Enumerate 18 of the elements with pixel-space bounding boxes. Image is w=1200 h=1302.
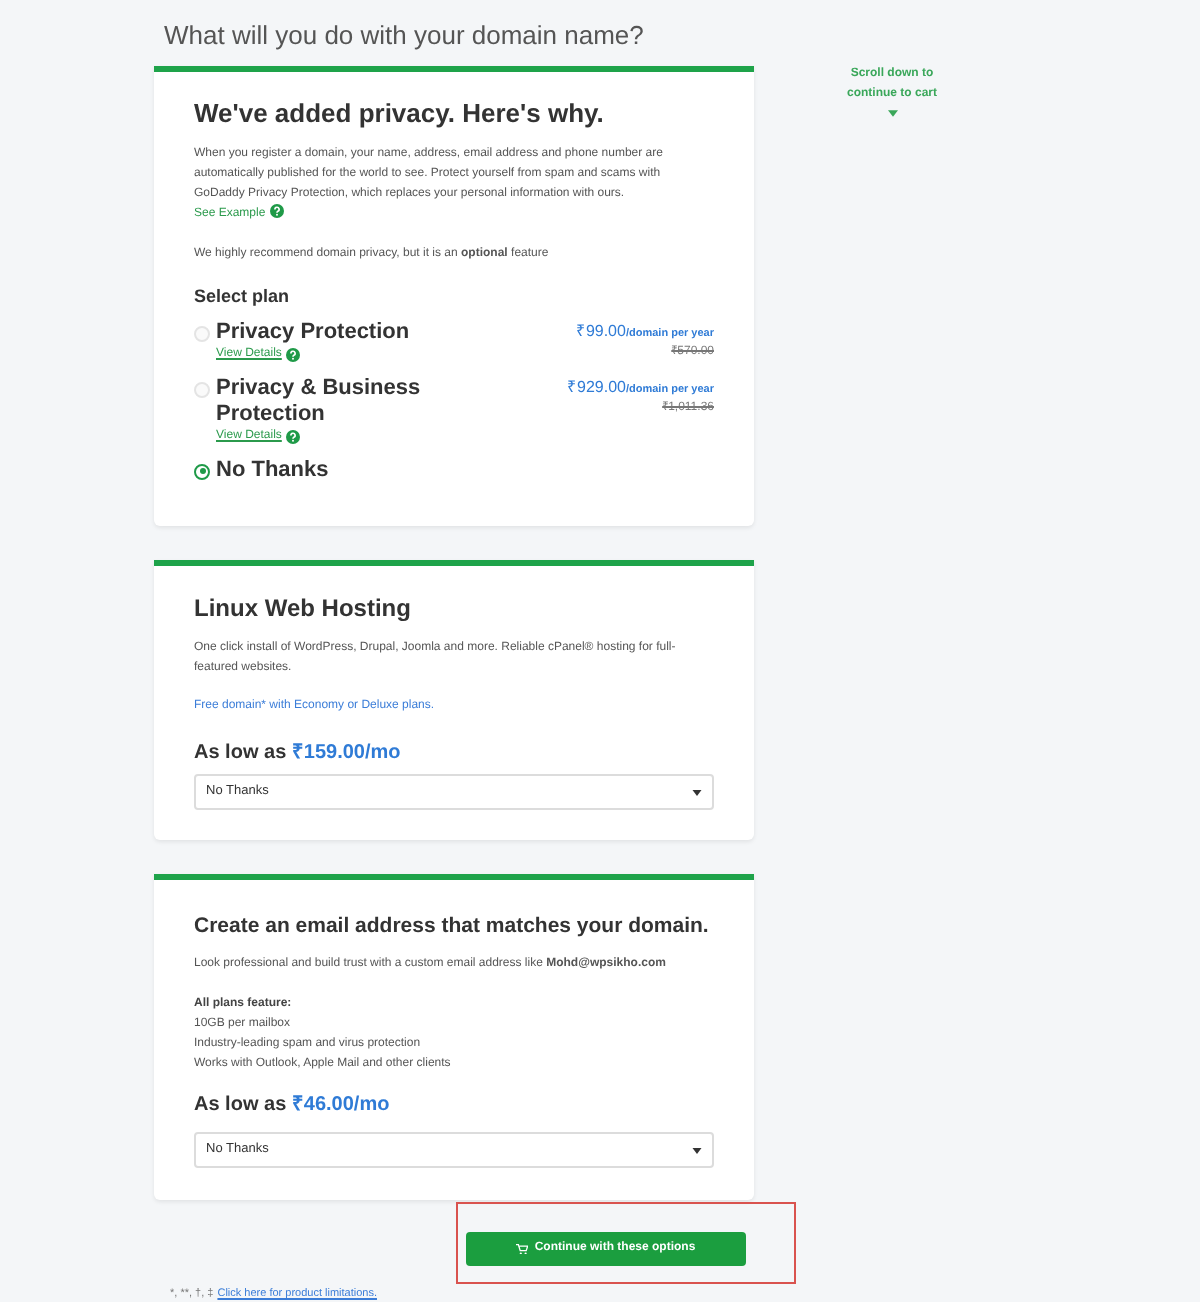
card-title: Linux Web Hosting (194, 594, 413, 624)
select-plan-label: Select plan (194, 284, 292, 308)
plan-name: Privacy Protection (216, 320, 412, 346)
plan-name: Privacy & Business Protection (216, 376, 423, 428)
plan-radio[interactable] (194, 463, 210, 479)
card-title: We've added privacy. Here's why. (194, 98, 606, 130)
down-triangle-icon (887, 110, 897, 117)
starting-price: As low as ₹46.00/mo (194, 1092, 392, 1118)
starting-price: As low as ₹159.00/mo (194, 740, 403, 766)
caret-icon (692, 1147, 702, 1153)
page-heading: What will you do with your domain name? (164, 20, 646, 52)
help-icon[interactable] (269, 204, 284, 218)
card-title: Create an email address that matches your domain. (194, 912, 711, 942)
caret-icon (692, 789, 702, 795)
help-icon[interactable] (285, 429, 300, 443)
plan-name: No Thanks (216, 458, 331, 484)
help-icon[interactable] (285, 347, 300, 361)
cart-icon (516, 1243, 529, 1255)
